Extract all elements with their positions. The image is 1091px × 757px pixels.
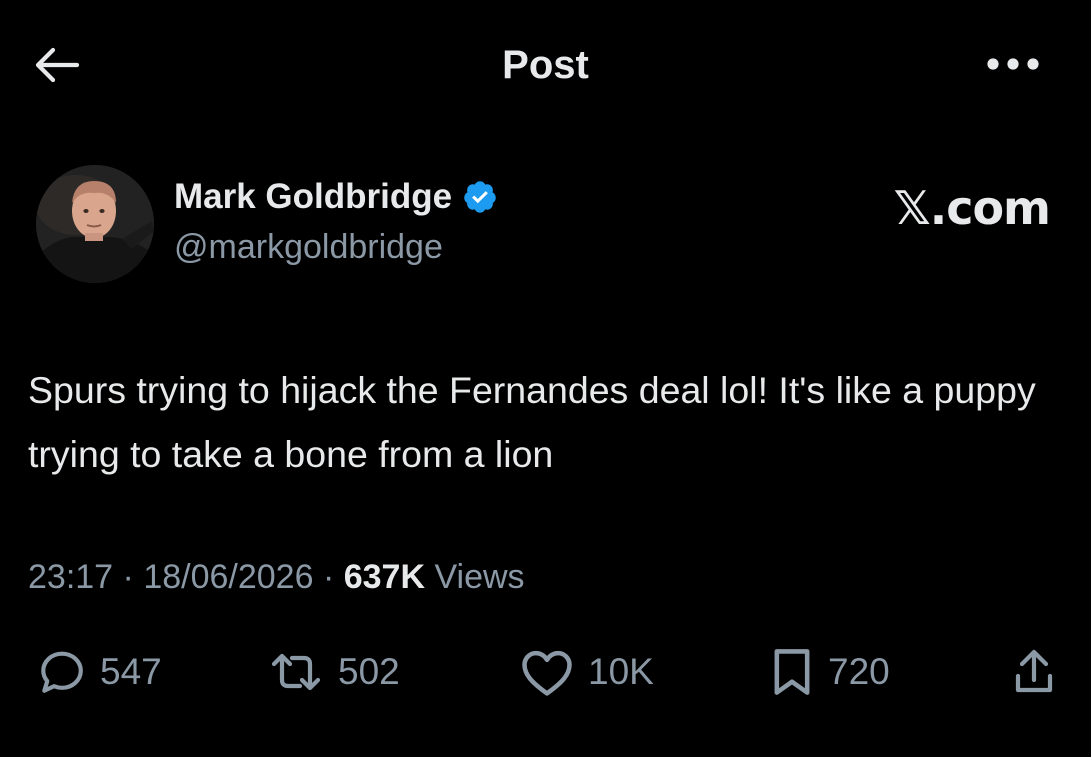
views-count: 637K: [343, 558, 426, 596]
meta-separator-1: ·: [122, 558, 134, 596]
more-options-button[interactable]: [978, 44, 1048, 84]
share-icon: [1015, 649, 1053, 693]
post-date[interactable]: 18/06/2026: [143, 558, 313, 596]
author-name[interactable]: Mark Goldbridge: [174, 175, 498, 219]
share-button[interactable]: [1012, 640, 1056, 704]
heart-icon: [522, 650, 572, 696]
meta-separator-2: ·: [322, 558, 335, 596]
like-count: 10K: [588, 651, 654, 692]
post-meta: 23:17 · 18/06/2026 · 637K Views: [28, 553, 525, 601]
page-title: Post: [0, 40, 1091, 90]
reply-count: 547: [100, 651, 162, 692]
arrow-left-icon: [35, 47, 80, 83]
post-text: Spurs trying to hijack the Fernandes dea…: [28, 369, 1036, 475]
back-button[interactable]: [28, 40, 84, 90]
repost-count: 502: [338, 651, 400, 692]
verified-badge-icon: [464, 181, 496, 213]
reply-icon: [41, 651, 83, 693]
bookmark-icon: [774, 649, 810, 695]
repost-icon: [271, 653, 321, 691]
author-handle[interactable]: @markgoldbridge: [174, 225, 443, 269]
views-label: Views: [434, 558, 525, 596]
reply-button[interactable]: 547: [36, 640, 162, 704]
repost-button[interactable]: 502: [268, 640, 400, 704]
like-button[interactable]: 10K: [520, 640, 654, 704]
page-title-text: Post: [502, 43, 589, 87]
more-horizontal-icon: [987, 58, 1039, 70]
author-avatar[interactable]: [36, 165, 154, 283]
avatar-photo: [36, 165, 154, 283]
x-com-watermark: 𝕏.com: [893, 181, 1051, 235]
author-display-name: Mark Goldbridge: [174, 177, 453, 216]
bookmark-count: 720: [828, 651, 890, 692]
post-time[interactable]: 23:17: [28, 558, 113, 596]
bookmark-button[interactable]: 720: [770, 640, 890, 704]
